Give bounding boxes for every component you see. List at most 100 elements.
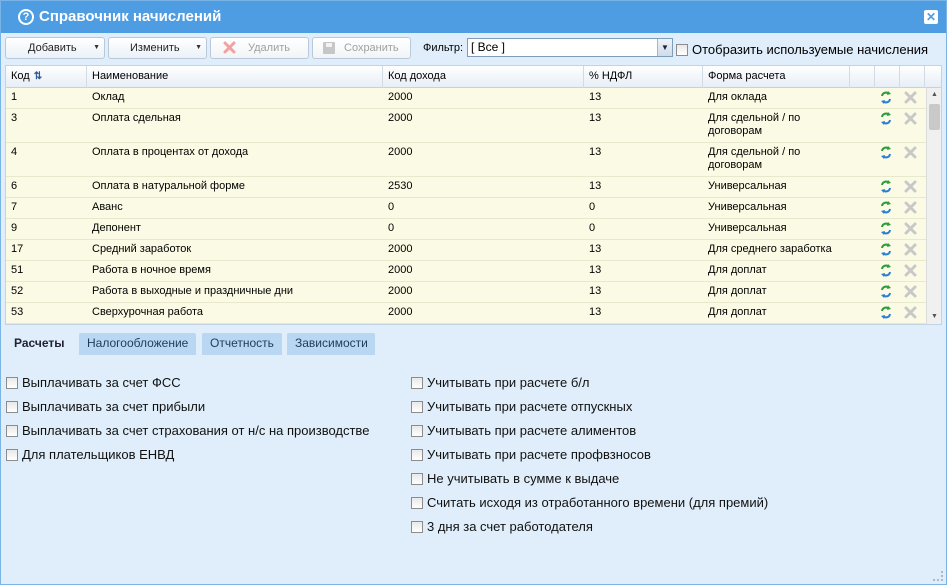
column-header-income-code[interactable]: Код дохода <box>383 66 584 88</box>
option-checkbox[interactable] <box>411 521 423 533</box>
cell-code: 1 <box>11 91 18 103</box>
option-checkbox[interactable] <box>411 449 423 461</box>
table-row[interactable]: 4 Оплата в процентах от дохода 2000 13 Для с… <box>6 143 926 177</box>
delete-icon <box>223 41 236 54</box>
table-row[interactable]: 7 Аванс 0 0 Универсальная <box>6 198 926 219</box>
table-row[interactable]: 9 Депонент 0 0 Универсальная <box>6 219 926 240</box>
delete-icon[interactable] <box>904 146 917 159</box>
option-checkbox[interactable] <box>411 425 423 437</box>
option-checkbox[interactable] <box>411 497 423 509</box>
table-row[interactable]: 17 Средний заработок 2000 13 Для среднего за… <box>6 240 926 261</box>
table-row[interactable]: 51 Работа в ночное время 2000 13 Для доплат <box>6 261 926 282</box>
cell-name: Работа в выходные и праздничные дни <box>92 285 294 297</box>
delete-icon[interactable] <box>904 285 917 298</box>
column-header-name[interactable]: Наименование <box>87 66 383 88</box>
delete-icon[interactable] <box>904 264 917 277</box>
option-label[interactable]: Выплачивать за счет ФСС <box>22 375 181 390</box>
refresh-icon[interactable] <box>880 264 892 277</box>
refresh-icon[interactable] <box>880 112 892 125</box>
add-button[interactable]: Добавить ▼ <box>5 37 105 59</box>
title-bar: ? Справочник начислений ✕ <box>1 1 946 33</box>
cell-income-code: 2000 <box>388 243 413 255</box>
option-label[interactable]: Учитывать при расчете отпускных <box>427 399 632 414</box>
option-label[interactable]: Выплачивать за счет страхования от н/с н… <box>22 423 369 438</box>
option-checkbox[interactable] <box>6 377 18 389</box>
scroll-down-icon[interactable]: ▼ <box>927 310 941 324</box>
delete-icon[interactable] <box>904 306 917 319</box>
refresh-icon[interactable] <box>880 146 892 159</box>
scroll-thumb[interactable] <box>929 104 940 130</box>
cell-name: Оплата в натуральной форме <box>92 180 246 192</box>
table-row[interactable]: 6 Оплата в натуральной форме 2530 13 Универс… <box>6 177 926 198</box>
option-checkbox[interactable] <box>6 449 18 461</box>
option-label[interactable]: Учитывать при расчете алиментов <box>427 423 636 438</box>
show-used-label[interactable]: Отобразить используемые начисления <box>692 42 928 57</box>
column-header-ndfl[interactable]: % НДФЛ <box>584 66 703 88</box>
option-checkbox[interactable] <box>411 401 423 413</box>
delete-icon[interactable] <box>904 243 917 256</box>
column-header-form[interactable]: Форма расчета <box>703 66 850 88</box>
option-label[interactable]: Выплачивать за счет прибыли <box>22 399 205 414</box>
close-icon[interactable]: ✕ <box>924 10 938 24</box>
table-row[interactable]: 1 Оклад 2000 13 Для оклада <box>6 88 926 109</box>
cell-name: Оплата сдельная <box>92 112 181 124</box>
option-checkbox[interactable] <box>6 401 18 413</box>
cell-ndfl: 13 <box>589 180 602 192</box>
refresh-icon[interactable] <box>880 306 892 319</box>
calculations-panel: Выплачивать за счет ФСС Выплачивать за сч… <box>2 355 945 580</box>
save-button[interactable]: Сохранить <box>312 37 411 59</box>
cell-ndfl: 0 <box>589 201 596 213</box>
delete-icon[interactable] <box>904 201 917 214</box>
floppy-icon <box>323 42 335 54</box>
cell-ndfl: 13 <box>589 264 602 276</box>
delete-icon[interactable] <box>904 222 917 235</box>
option-label[interactable]: Не учитывать в сумме к выдаче <box>427 471 619 486</box>
column-header-code[interactable]: Код ⇅ <box>6 66 87 88</box>
scroll-up-icon[interactable]: ▲ <box>927 88 941 102</box>
refresh-icon[interactable] <box>880 222 892 235</box>
option-checkbox[interactable] <box>6 425 18 437</box>
delete-icon[interactable] <box>904 91 917 104</box>
table-row[interactable]: 52 Работа в выходные и праздничные дни 200… <box>6 282 926 303</box>
option-checkbox[interactable] <box>411 377 423 389</box>
refresh-icon[interactable] <box>880 180 892 193</box>
refresh-icon[interactable] <box>880 243 892 256</box>
delete-icon[interactable] <box>904 180 917 193</box>
vertical-scrollbar[interactable]: ▲ ▼ <box>926 88 941 324</box>
cell-name: Сверхурочная работа <box>92 306 204 318</box>
table-row[interactable]: 53 Сверхурочная работа 2000 13 Для доплат <box>6 303 926 324</box>
cell-ndfl: 13 <box>589 243 602 255</box>
cell-name: Депонент <box>92 222 141 234</box>
sort-ascending-icon[interactable]: ⇅ <box>34 71 42 82</box>
column-header-label: Код <box>11 70 30 82</box>
option-checkbox[interactable] <box>411 473 423 485</box>
tab-dependencies[interactable]: Зависимости <box>287 333 375 355</box>
edit-button-label: Изменить <box>130 42 180 54</box>
resize-handle[interactable] <box>933 571 943 581</box>
chevron-down-icon: ▼ <box>93 44 100 51</box>
tab-reporting[interactable]: Отчетность <box>202 333 282 355</box>
delete-icon[interactable] <box>904 112 917 125</box>
show-used-checkbox[interactable] <box>676 44 688 56</box>
option-label[interactable]: Для плательщиков ЕНВД <box>22 447 174 462</box>
refresh-icon[interactable] <box>880 201 892 214</box>
option-label[interactable]: 3 дня за счет работодателя <box>427 519 593 534</box>
cell-code: 51 <box>11 264 24 276</box>
tab-calculations[interactable]: Расчеты <box>6 333 74 355</box>
refresh-icon[interactable] <box>880 285 892 298</box>
cell-form: Универсальная <box>708 180 787 192</box>
tab-taxation[interactable]: Налогообложение <box>79 333 196 355</box>
table-row[interactable]: 3 Оплата сдельная 2000 13 Для сдельной / по … <box>6 109 926 143</box>
chevron-down-icon[interactable]: ▼ <box>657 39 672 56</box>
option-label[interactable]: Учитывать при расчете б/л <box>427 375 589 390</box>
edit-button[interactable]: Изменить ▼ <box>108 37 207 59</box>
cell-income-code: 0 <box>388 222 395 234</box>
option-label[interactable]: Считать исходя из отработанного времени … <box>427 495 768 510</box>
cell-code: 9 <box>11 222 18 234</box>
delete-button[interactable]: Удалить <box>210 37 309 59</box>
refresh-icon[interactable] <box>880 91 892 104</box>
filter-select[interactable]: [ Все ] ▼ <box>467 38 673 57</box>
help-icon[interactable]: ? <box>18 9 34 25</box>
option-label[interactable]: Учитывать при расчете профвзносов <box>427 447 651 462</box>
save-button-label: Сохранить <box>344 42 399 54</box>
